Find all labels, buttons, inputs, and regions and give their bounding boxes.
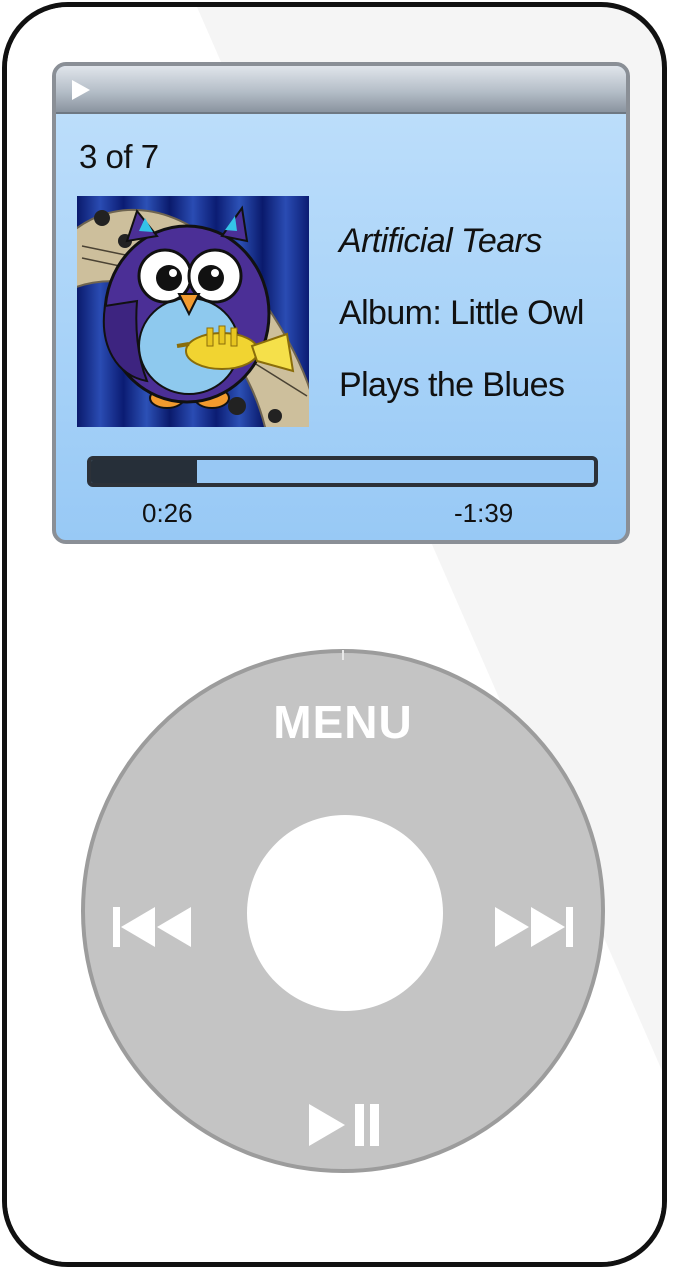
display-screen: 3 of 7 Artificial Tears Album: Little Ow… <box>52 62 630 544</box>
track-count: 3 of 7 <box>79 138 159 175</box>
album-name-line-2: Plays the Blues <box>339 366 565 404</box>
click-wheel[interactable]: MENU <box>81 649 605 1173</box>
album-art <box>77 196 309 427</box>
song-title: Artificial Tears <box>339 222 542 260</box>
progress-fill <box>91 460 197 483</box>
play-icon <box>72 80 90 100</box>
play-pause-icon[interactable] <box>307 1101 383 1149</box>
fast-forward-icon[interactable] <box>493 905 577 949</box>
center-select-button[interactable] <box>247 815 443 1011</box>
elapsed-time: 0:26 <box>142 498 193 528</box>
remaining-time: -1:39 <box>454 498 514 528</box>
menu-button[interactable]: MENU <box>85 695 601 749</box>
wheel-seam <box>342 650 344 660</box>
ipod-body: 3 of 7 Artificial Tears Album: Little Ow… <box>2 2 667 1267</box>
status-bar <box>56 66 626 114</box>
album-name-line-1: Album: Little Owl <box>339 294 584 332</box>
rewind-icon[interactable] <box>111 905 195 949</box>
progress-bar[interactable] <box>87 456 598 487</box>
